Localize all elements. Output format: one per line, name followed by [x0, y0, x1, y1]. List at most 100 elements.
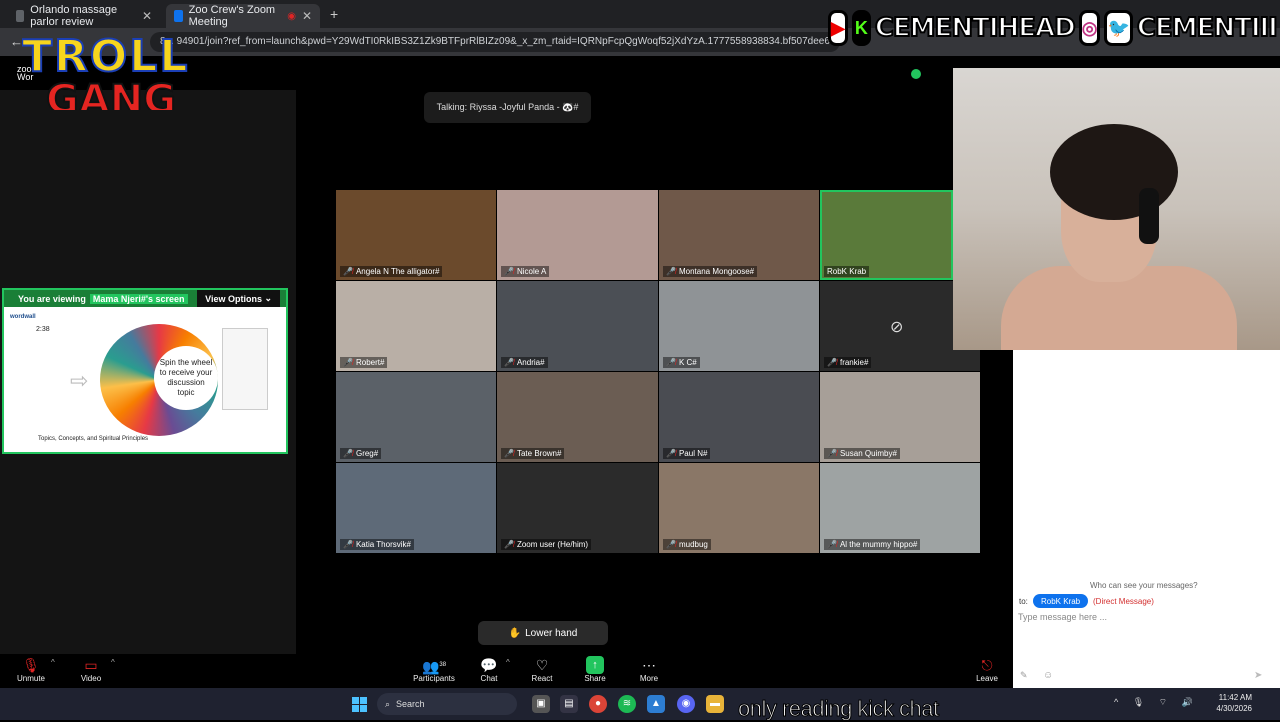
share-label: Share — [584, 674, 606, 683]
chat-recipient-select[interactable]: RobK Krab — [1033, 594, 1089, 608]
muted-mic-icon: 🎤̸ — [343, 449, 353, 458]
taskbar-search[interactable]: ⌕ Search — [377, 693, 517, 715]
url-field[interactable]: 8 .. 94901/join?ref_from=launch&pwd=Y29W… — [150, 32, 840, 52]
participant-tile[interactable]: 🎤̸ Paul N# — [659, 372, 819, 462]
participant-name: Zoom user (He/him) — [516, 540, 589, 549]
search-label: Search — [396, 699, 425, 709]
social-banner: ▶ K CEMENTIHEAD ◎ 🐦 CEMENTIII — [828, 8, 1279, 48]
tab-favicon-icon — [16, 10, 25, 22]
muted-mic-icon: 🎤̸ — [343, 358, 353, 367]
tab-zoom-meeting[interactable]: Zoo Crew's Zoom Meeting ◉ ✕ — [166, 4, 320, 28]
muted-mic-icon: 🎤̸ — [343, 540, 353, 549]
participant-tile[interactable]: 🎤̸ mudbug — [659, 463, 819, 553]
more-label: More — [639, 674, 659, 683]
lower-hand-label: Lower hand — [525, 627, 578, 639]
new-tab-button[interactable]: + — [330, 6, 338, 22]
chat-options-caret-icon[interactable]: ^ — [506, 658, 510, 667]
video-off-icon: ▭ — [84, 657, 98, 673]
zoom-favicon-icon — [174, 10, 183, 22]
participant-name: Paul N# — [678, 449, 708, 458]
chat-label: Chat — [480, 674, 498, 683]
participant-tile[interactable]: 🎤̸ Montana Mongoose# — [659, 190, 819, 280]
muted-mic-icon: 🎤̸ — [827, 449, 837, 458]
leave-button[interactable]: ⎋ Leave — [962, 656, 1012, 683]
emoji-icon[interactable]: ☺ — [1043, 670, 1053, 681]
unmute-label: Unmute — [16, 674, 45, 683]
who-can-see-link[interactable]: Who can see your messages? — [1090, 581, 1198, 590]
close-tab-icon[interactable]: ✕ — [302, 9, 312, 23]
system-tray-icons[interactable]: ^ 🎙 ⌔ 🔊 — [1114, 697, 1199, 708]
muted-mic-icon: 🎤̸ — [666, 449, 676, 458]
video-label: Video — [80, 674, 102, 683]
audio-options-caret-icon[interactable]: ^ — [51, 658, 55, 667]
encryption-shield-icon[interactable] — [911, 69, 921, 79]
view-options-button[interactable]: View Options ⌄ — [197, 290, 280, 307]
talking-indicator: Talking: Riyssa -Joyful Panda - 🐼# — [424, 92, 591, 123]
video-button[interactable]: ▭ Video — [66, 656, 116, 683]
participant-tile[interactable]: 🎤̸ Zoom user (He/him) — [497, 463, 658, 553]
participant-tile[interactable]: 🎤̸ Andria# — [497, 281, 658, 371]
participant-name: mudbug — [678, 540, 708, 549]
screen-share-panel[interactable]: You are viewing Mama Njeri#'s screen Vie… — [2, 288, 288, 454]
unmute-button[interactable]: 🎙 Unmute — [6, 656, 56, 683]
photos-icon[interactable]: ▲ — [647, 695, 665, 713]
youtube-icon: ▶ — [828, 10, 848, 46]
react-button[interactable]: ♡ React — [517, 656, 567, 683]
muted-mic-icon: 🎤̸ — [666, 540, 676, 549]
chat-message-input[interactable]: Type message here ... — [1018, 612, 1107, 622]
viewing-name: Mama Njeri#'s screen — [89, 293, 188, 304]
template-sidebar — [222, 328, 268, 410]
direct-message-tag: (Direct Message) — [1093, 597, 1154, 606]
logo-line-1: TROLL — [22, 34, 190, 82]
clock-time: 11:42 AM — [1218, 693, 1252, 702]
lower-hand-button[interactable]: ✋ Lower hand — [478, 621, 608, 645]
participant-tile[interactable]: 🎤̸ K C# — [659, 281, 819, 371]
file-explorer-icon[interactable]: ▣ — [532, 695, 550, 713]
share-screen-icon: ↑ — [586, 656, 604, 674]
right-arrow-icon: ⇨ — [70, 368, 89, 393]
participant-tile[interactable]: 🎤̸ Al the mummy hippo# — [820, 463, 980, 553]
chat-to-label: to: — [1019, 597, 1028, 606]
participants-icon: 👥38 — [421, 658, 447, 675]
troll-gang-logo: TROLL GANG — [22, 34, 222, 110]
muted-mic-icon: 🎤̸ — [504, 267, 514, 276]
participant-name: Susan Quimby# — [839, 449, 897, 458]
participant-name: Katia Thorsvik# — [355, 540, 411, 549]
participant-tile[interactable]: 🎤̸ Nicole A — [497, 190, 658, 280]
muted-mic-icon: 🎤̸ — [504, 540, 514, 549]
participant-tile[interactable]: 🎤̸ Susan Quimby# — [820, 372, 980, 462]
participant-name: Andria# — [516, 358, 545, 367]
participant-tile[interactable]: 🎤̸ Tate Brown# — [497, 372, 658, 462]
participant-tile[interactable]: 🎤̸ Robert# — [336, 281, 496, 371]
spotify-icon[interactable]: ≋ — [618, 695, 636, 713]
discord-icon[interactable]: ◉ — [677, 695, 695, 713]
taskbar-clock[interactable]: 11:42 AM 4/30/2026 — [1208, 692, 1252, 714]
participant-tile-active-speaker[interactable]: RobK Krab — [820, 190, 953, 280]
search-icon: ⌕ — [385, 698, 391, 709]
participant-tile[interactable]: 🎤̸ Greg# — [336, 372, 496, 462]
video-off-icon: ⊘ — [890, 319, 904, 336]
wheel-timer: 2:38 — [36, 326, 50, 333]
streamer-webcam — [953, 68, 1280, 350]
close-tab-icon[interactable]: ✕ — [142, 9, 152, 23]
video-options-caret-icon[interactable]: ^ — [111, 658, 115, 667]
share-footer: Topics, Concepts, and Spiritual Principl… — [38, 436, 149, 442]
muted-mic-icon: 🎙 — [22, 657, 40, 673]
app-icon[interactable]: ▤ — [560, 695, 578, 713]
tab-massage-review[interactable]: Orlando massage parlor review ✕ — [8, 4, 160, 28]
folder-icon[interactable]: ▬ — [706, 695, 724, 713]
share-button[interactable]: ↑ Share — [570, 656, 620, 683]
kick-handle: CEMENTIHEAD — [874, 12, 1077, 44]
chrome-icon[interactable]: ● — [589, 695, 607, 713]
windows-start-icon[interactable] — [352, 697, 367, 712]
muted-mic-icon: 🎤̸ — [827, 358, 837, 367]
muted-mic-icon: 🎤̸ — [666, 267, 676, 276]
participant-tile[interactable]: 🎤̸ Katia Thorsvik# — [336, 463, 496, 553]
view-options-label: View Options — [205, 293, 262, 304]
format-icon[interactable]: ✎ — [1020, 670, 1028, 681]
send-icon[interactable]: ➤ — [1254, 670, 1262, 681]
participants-button[interactable]: 👥38 Participants — [409, 656, 459, 683]
more-button[interactable]: ⋯ More — [624, 656, 674, 683]
twitter-icon: 🐦 — [1104, 10, 1133, 46]
participant-tile[interactable]: 🎤̸ Angela N The alligator# — [336, 190, 496, 280]
